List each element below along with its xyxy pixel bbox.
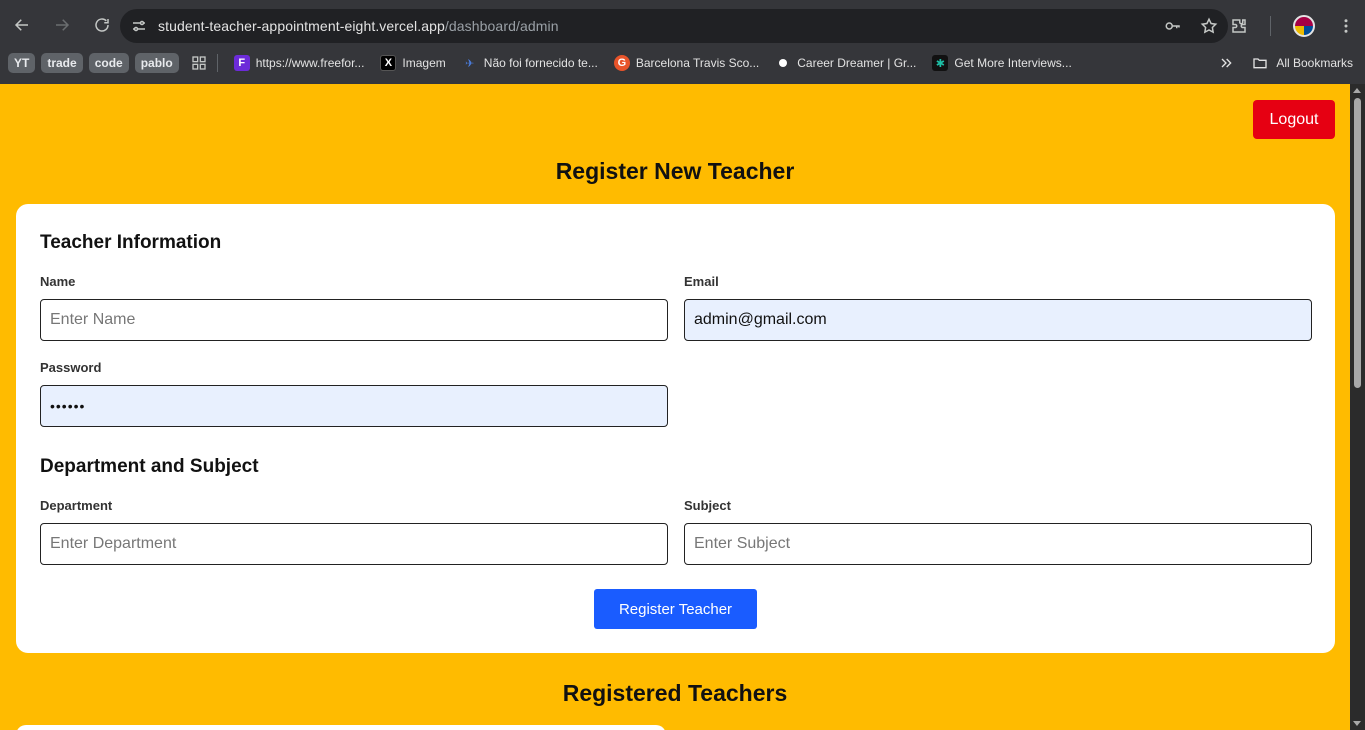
- bookmark-get-more-interviews[interactable]: ✱ Get More Interviews...: [932, 55, 1072, 71]
- bookmark-star-icon[interactable]: [1200, 17, 1218, 35]
- extensions-icon[interactable]: [1230, 17, 1248, 35]
- subject-label: Subject: [684, 498, 731, 513]
- all-bookmarks-button[interactable]: All Bookmarks: [1252, 55, 1353, 71]
- url-host: student-teacher-appointment-eight.vercel…: [158, 18, 445, 34]
- genius-icon: G: [613, 55, 630, 71]
- logout-button[interactable]: Logout: [1253, 100, 1335, 139]
- dept-subject-heading: Department and Subject: [40, 456, 259, 477]
- bookmark-chip-code[interactable]: code: [88, 53, 129, 73]
- teacher-list-card: [16, 725, 666, 730]
- chevron-double-right-icon[interactable]: [1218, 55, 1234, 71]
- page-title: Register New Teacher: [555, 158, 795, 184]
- subject-input[interactable]: [684, 523, 1312, 565]
- more-vertical-icon[interactable]: [1337, 17, 1355, 35]
- bookmark-imagem[interactable]: X Imagem: [380, 55, 446, 71]
- department-input[interactable]: [40, 523, 668, 565]
- bookmark-label: Barcelona Travis Sco...: [635, 56, 760, 70]
- site-settings-icon[interactable]: [130, 17, 148, 35]
- page-scrollbar[interactable]: [1350, 84, 1365, 730]
- registered-teachers-heading: Registered Teachers: [562, 680, 788, 706]
- bookmark-chip-yt[interactable]: YT: [8, 53, 36, 73]
- name-label: Name: [40, 274, 76, 289]
- forward-button[interactable]: [44, 7, 80, 43]
- password-label: Password: [40, 360, 102, 375]
- address-bar[interactable]: student-teacher-appointment-eight.vercel…: [120, 9, 1228, 43]
- apps-grid-icon[interactable]: [191, 55, 207, 71]
- register-teacher-button[interactable]: Register Teacher: [594, 589, 757, 629]
- bookmark-label: https://www.freefor...: [255, 56, 365, 70]
- folder-icon: [1253, 58, 1267, 69]
- star-icon: ✱: [932, 55, 949, 71]
- bookmark-chip-trade[interactable]: trade: [41, 53, 83, 73]
- url-path: /dashboard/admin: [444, 18, 559, 34]
- browser-toolbar: student-teacher-appointment-eight.vercel…: [0, 0, 1365, 50]
- scrollbar-thumb[interactable]: [1354, 98, 1361, 388]
- reload-icon: [95, 18, 109, 32]
- bookmark-chip-pablo[interactable]: pablo: [134, 53, 179, 73]
- name-input[interactable]: [40, 299, 668, 341]
- x-icon: X: [380, 55, 397, 71]
- bookmarks-separator: [216, 54, 218, 72]
- password-input[interactable]: [40, 385, 668, 427]
- back-button[interactable]: [4, 7, 40, 43]
- register-teacher-card: Teacher Information Name Email Password …: [16, 204, 1335, 653]
- bookmarks-right: All Bookmarks: [1218, 50, 1353, 76]
- key-icon[interactable]: [1164, 17, 1182, 35]
- url-text: student-teacher-appointment-eight.vercel…: [158, 18, 559, 34]
- arrow-right-icon: [56, 19, 70, 31]
- freeform-icon: F: [233, 55, 250, 71]
- bookmark-freeform[interactable]: F https://www.freefor...: [233, 55, 365, 71]
- toolbar-separator: [1270, 16, 1271, 36]
- arrow-left-icon: [14, 19, 28, 31]
- bookmarks-bar: YT trade code pablo F https://www.freefo…: [0, 50, 1365, 76]
- bookmark-nao-foi[interactable]: ✈ Não foi fornecido te...: [462, 55, 598, 71]
- bookmark-barcelona[interactable]: G Barcelona Travis Sco...: [613, 55, 760, 71]
- all-bookmarks-label: All Bookmarks: [1276, 56, 1353, 70]
- bookmark-label: Get More Interviews...: [954, 56, 1072, 70]
- browser-chrome: student-teacher-appointment-eight.vercel…: [0, 0, 1365, 84]
- department-label: Department: [40, 498, 113, 513]
- scroll-down-arrow-icon[interactable]: [1353, 721, 1361, 726]
- email-label: Email: [684, 274, 719, 289]
- bookmark-label: Imagem: [402, 56, 446, 70]
- teacher-info-heading: Teacher Information: [40, 232, 222, 253]
- bookmark-label: Não foi fornecido te...: [483, 56, 598, 70]
- dot-icon: [775, 55, 791, 71]
- bookmark-label: Career Dreamer | Gr...: [797, 56, 917, 70]
- page-viewport: Logout Register New Teacher Teacher Info…: [0, 84, 1350, 730]
- bookmark-career-dreamer[interactable]: Career Dreamer | Gr...: [775, 55, 916, 71]
- reload-button[interactable]: [84, 7, 120, 43]
- scroll-up-arrow-icon[interactable]: [1353, 88, 1361, 93]
- profile-avatar[interactable]: [1293, 15, 1315, 37]
- plane-icon: ✈: [465, 57, 475, 70]
- email-input[interactable]: [684, 299, 1312, 341]
